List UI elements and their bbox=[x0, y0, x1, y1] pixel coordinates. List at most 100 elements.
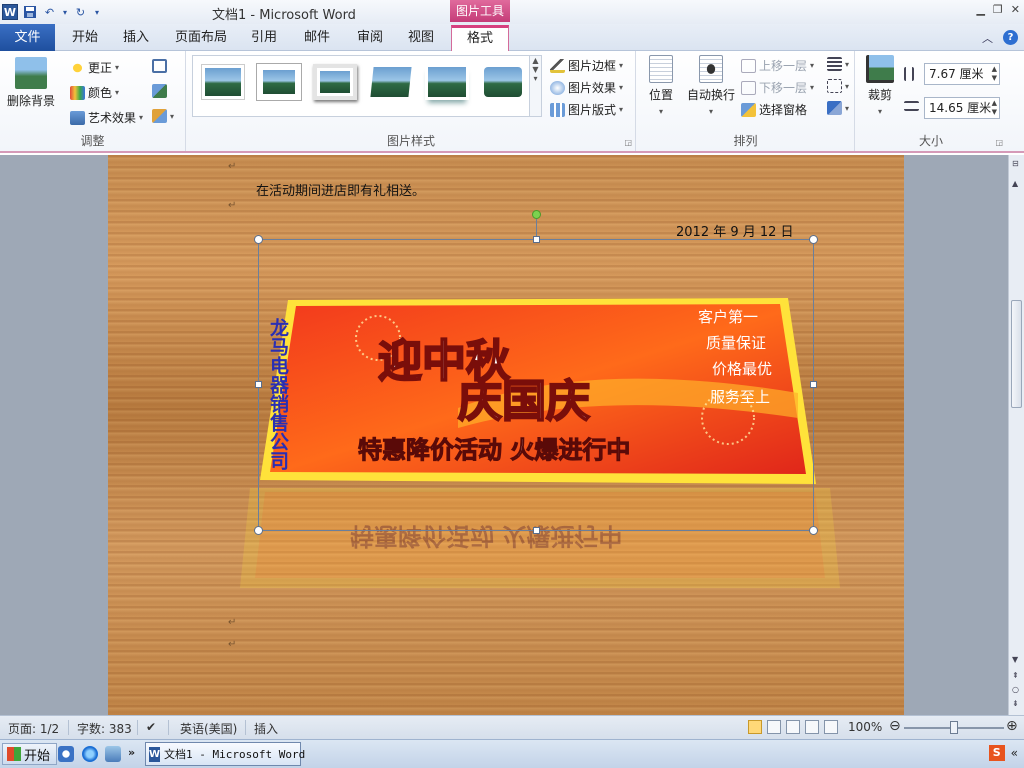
show-desktop-icon[interactable] bbox=[58, 746, 74, 762]
web-layout-view-button[interactable] bbox=[786, 720, 800, 734]
previous-page-icon[interactable]: ⇞ bbox=[1012, 671, 1019, 680]
undo-icon[interactable]: ↶ bbox=[41, 4, 58, 21]
send-backward-button[interactable]: 下移一层 ▾ bbox=[741, 79, 814, 96]
scroll-thumb[interactable] bbox=[1011, 300, 1022, 408]
compress-pictures-button[interactable] bbox=[152, 59, 167, 73]
redo-icon[interactable]: ↻ bbox=[72, 4, 89, 21]
next-page-icon[interactable]: ⇟ bbox=[1012, 699, 1019, 708]
rotate-button[interactable]: ▾ bbox=[827, 101, 849, 115]
tab-home[interactable]: 开始 bbox=[60, 26, 110, 51]
print-layout-view-button[interactable] bbox=[748, 720, 762, 734]
tab-page-layout[interactable]: 页面布局 bbox=[168, 26, 234, 51]
rotate-handle[interactable] bbox=[532, 210, 541, 219]
picture-layout-button[interactable]: 图片版式 ▾ bbox=[550, 101, 623, 118]
gallery-scroll[interactable]: ▲ ▼ ▾ bbox=[529, 56, 541, 116]
zoom-out-icon[interactable]: ⊖ bbox=[889, 718, 901, 734]
picture-style-4[interactable] bbox=[367, 64, 415, 100]
width-field[interactable]: 14.65 厘米 ▲ ▼ bbox=[924, 97, 1000, 119]
tab-file[interactable]: 文件 bbox=[0, 24, 55, 51]
crop-button[interactable]: 裁剪 ▾ bbox=[862, 55, 898, 117]
tab-view[interactable]: 视图 bbox=[398, 26, 444, 51]
language[interactable]: 英语(美国) bbox=[180, 720, 237, 737]
height-value: 7.67 厘米 bbox=[929, 67, 984, 81]
outline-view-button[interactable] bbox=[805, 720, 819, 734]
wrap-text-button[interactable]: 自动换行 ▾ bbox=[683, 55, 739, 117]
zoom-in-icon[interactable]: ⊕ bbox=[1006, 718, 1018, 734]
picture-style-2[interactable] bbox=[257, 64, 301, 100]
vertical-scrollbar[interactable]: ⊟ ▲ ▼ ⇞ ○ ⇟ bbox=[1008, 155, 1024, 715]
picture-selection-frame[interactable] bbox=[258, 239, 814, 531]
tab-insert[interactable]: 插入 bbox=[113, 26, 159, 51]
position-button[interactable]: 位置 ▾ bbox=[643, 55, 679, 117]
picture-style-3[interactable] bbox=[313, 64, 357, 100]
corrections-button[interactable]: 更正 ▾ bbox=[70, 59, 119, 76]
media-player-icon[interactable] bbox=[105, 746, 121, 762]
word-count[interactable]: 字数: 383 bbox=[77, 720, 132, 737]
picture-border-button[interactable]: 图片边框 ▾ bbox=[550, 57, 623, 74]
picture-effects-button[interactable]: 图片效果 ▾ bbox=[550, 79, 623, 96]
reset-picture-button[interactable]: ▾ bbox=[152, 109, 174, 123]
browse-object-icon[interactable]: ○ bbox=[1012, 685, 1019, 694]
resize-handle-w[interactable] bbox=[255, 381, 262, 388]
status-separator bbox=[68, 720, 69, 735]
resize-handle-se[interactable] bbox=[809, 526, 818, 535]
zoom-level[interactable]: 100% bbox=[848, 720, 882, 734]
resize-handle-e[interactable] bbox=[810, 381, 817, 388]
help-icon[interactable]: ? bbox=[1003, 30, 1018, 45]
tray-app-icon[interactable]: S bbox=[988, 745, 1005, 761]
height-field[interactable]: 7.67 厘米 ▲ ▼ bbox=[924, 63, 1000, 85]
customize-qat-icon[interactable]: ▾ bbox=[92, 4, 102, 21]
artistic-effects-button[interactable]: 艺术效果 ▾ bbox=[70, 109, 143, 126]
resize-handle-n[interactable] bbox=[533, 236, 540, 243]
group-objects-button[interactable]: ▾ bbox=[827, 79, 849, 93]
align-button[interactable]: ▾ bbox=[827, 57, 849, 71]
scroll-up-icon[interactable]: ▲ bbox=[1012, 179, 1018, 188]
document-paragraph-1[interactable]: 在活动期间进店即有礼相送。 bbox=[256, 180, 425, 199]
selection-pane-button[interactable]: 选择窗格 bbox=[741, 101, 807, 118]
picture-style-5[interactable] bbox=[425, 64, 469, 100]
size-launcher-icon[interactable]: ◲ bbox=[995, 138, 1003, 147]
resize-handle-sw[interactable] bbox=[254, 526, 263, 535]
resize-handle-s[interactable] bbox=[533, 527, 540, 534]
minimize-icon[interactable]: ▁ bbox=[976, 3, 984, 16]
save-icon[interactable] bbox=[21, 4, 38, 21]
close-icon[interactable]: ✕ bbox=[1011, 3, 1020, 16]
draft-view-button[interactable] bbox=[824, 720, 838, 734]
undo-dropdown-icon[interactable]: ▾ bbox=[61, 4, 69, 21]
resize-handle-ne[interactable] bbox=[809, 235, 818, 244]
bring-forward-button[interactable]: 上移一层 ▾ bbox=[741, 57, 814, 74]
align-icon bbox=[827, 57, 842, 71]
picture-style-6[interactable] bbox=[481, 64, 525, 100]
color-button[interactable]: 颜色 ▾ bbox=[70, 84, 119, 101]
page-count[interactable]: 页面: 1/2 bbox=[8, 720, 59, 737]
remove-background-button[interactable]: 删除背景 bbox=[4, 57, 58, 109]
change-picture-button[interactable] bbox=[152, 84, 167, 98]
tab-format[interactable]: 格式 bbox=[451, 25, 509, 52]
restore-icon[interactable]: ❐ bbox=[993, 3, 1003, 16]
proofing-icon[interactable]: ✔ bbox=[146, 720, 156, 734]
tab-review[interactable]: 审阅 bbox=[347, 26, 393, 51]
picture-styles-launcher-icon[interactable]: ◲ bbox=[624, 138, 632, 147]
full-screen-reading-view-button[interactable] bbox=[767, 720, 781, 734]
internet-explorer-icon[interactable] bbox=[82, 746, 98, 762]
tray-expand-icon[interactable]: « bbox=[1011, 746, 1018, 760]
width-spinner[interactable]: ▲ ▼ bbox=[992, 99, 997, 117]
more-quicklaunch-icon[interactable]: » bbox=[128, 746, 138, 762]
picture-style-1[interactable] bbox=[201, 64, 245, 100]
height-spinner[interactable]: ▲ ▼ bbox=[992, 65, 997, 83]
scroll-down-icon[interactable]: ▼ bbox=[1012, 655, 1018, 664]
ruler-toggle-icon[interactable]: ⊟ bbox=[1012, 159, 1019, 168]
quick-access-toolbar: W ↶ ▾ ↻ ▾ bbox=[2, 2, 102, 22]
tab-mailings[interactable]: 邮件 bbox=[294, 26, 340, 51]
minimize-ribbon-icon[interactable]: ︿ bbox=[982, 30, 993, 46]
word-task-icon: W bbox=[149, 746, 161, 762]
paragraph-mark: ↵ bbox=[228, 617, 237, 628]
word-logo-icon[interactable]: W bbox=[2, 4, 18, 20]
zoom-slider-knob[interactable] bbox=[950, 721, 958, 734]
tab-references[interactable]: 引用 bbox=[242, 26, 286, 51]
resize-handle-nw[interactable] bbox=[254, 235, 263, 244]
document-date[interactable]: 2012 年 9 月 12 日 bbox=[676, 221, 794, 240]
start-button[interactable]: 开始 bbox=[2, 743, 58, 765]
insert-mode[interactable]: 插入 bbox=[254, 720, 278, 737]
taskbar-word-task[interactable]: W 文档1 - Microsoft Word bbox=[145, 742, 305, 766]
